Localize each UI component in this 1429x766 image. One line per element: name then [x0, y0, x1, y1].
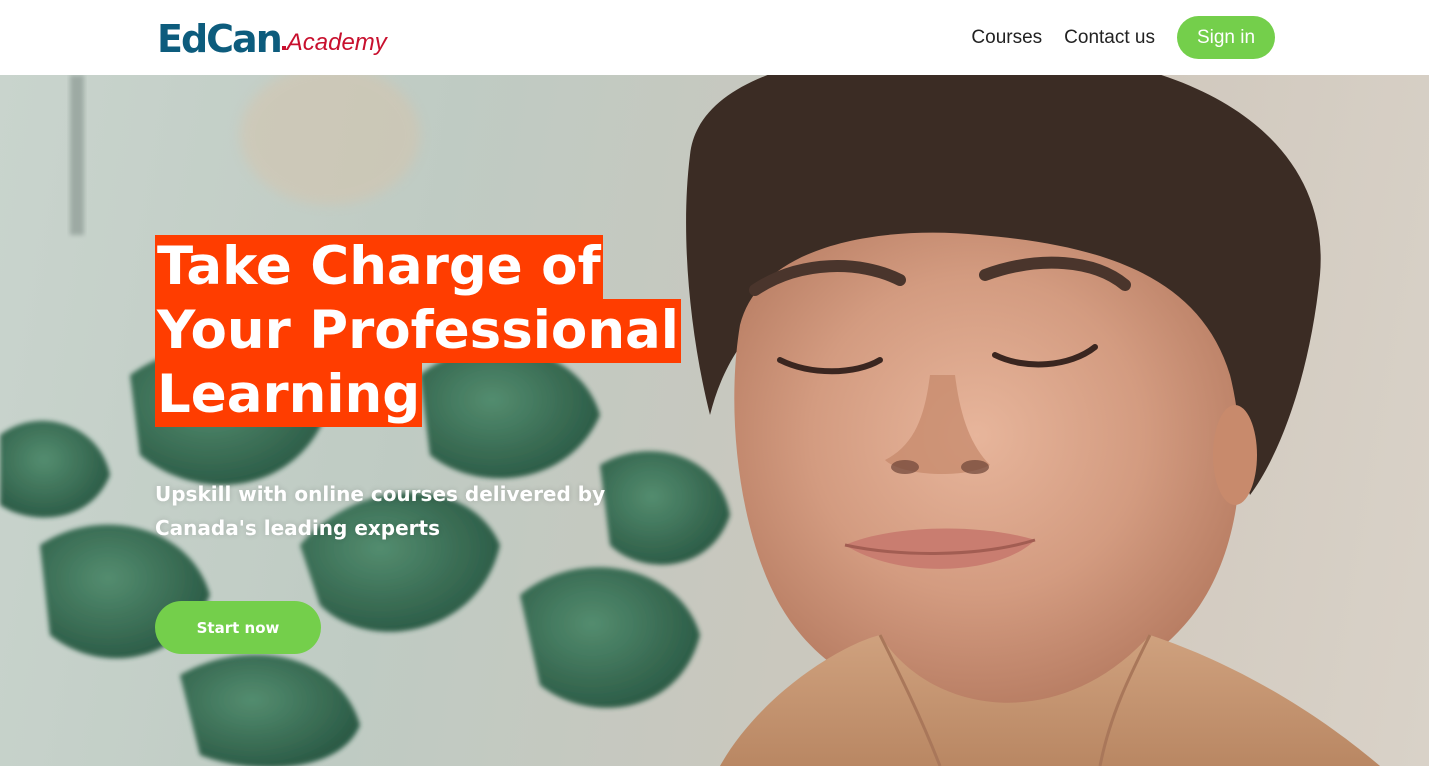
headline-line-3: Learning	[155, 363, 423, 427]
headline-line-1: Take Charge of	[155, 235, 603, 299]
hero-headline: Take Charge of Your Professional Learnin…	[155, 235, 715, 427]
main-nav: Courses Contact us Sign in	[971, 16, 1275, 59]
nav-link-courses[interactable]: Courses	[971, 27, 1042, 49]
start-now-button[interactable]: Start now	[155, 601, 321, 654]
hero-subtext: Upskill with online courses delivered by…	[155, 482, 606, 540]
headline-line-2: Your Professional	[155, 299, 681, 363]
sign-in-button[interactable]: Sign in	[1177, 16, 1275, 59]
logo-edcan-text: EdCan	[157, 17, 283, 61]
nav-link-contact-us[interactable]: Contact us	[1064, 27, 1155, 49]
hero-section: Take Charge of Your Professional Learnin…	[0, 75, 1429, 766]
edcan-academy-logo[interactable]: EdCan Academy	[157, 15, 387, 59]
logo-academy-text: Academy	[286, 29, 387, 56]
site-header: EdCan Academy Courses Contact us Sign in	[0, 0, 1429, 75]
logo-dot	[281, 46, 286, 50]
